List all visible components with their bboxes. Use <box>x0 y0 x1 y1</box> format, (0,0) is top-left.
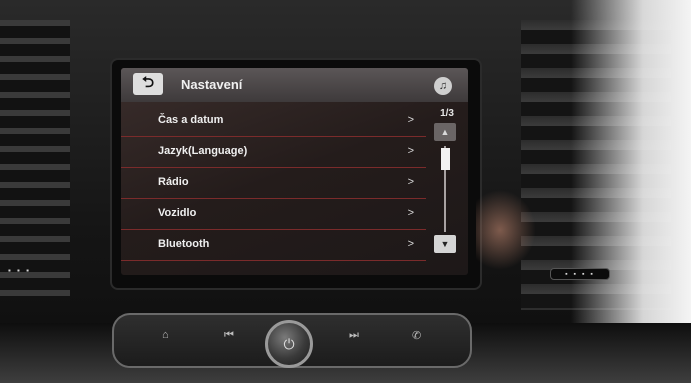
infotainment-screen: ⮌ Nastavení ♫ Čas a datum > Jazyk(Langua… <box>121 68 468 275</box>
chevron-down-icon: ▼ <box>440 239 450 249</box>
chevron-right-icon: > <box>407 145 414 157</box>
next-track-button[interactable]: ⏭ <box>349 329 359 342</box>
scrollbar-thumb[interactable] <box>441 148 450 170</box>
menu-item-language[interactable]: Jazyk(Language) > <box>121 137 426 168</box>
menu-item-label: Čas a datum <box>158 114 224 126</box>
left-air-vent <box>0 20 70 300</box>
previous-track-button[interactable]: ⏮ <box>224 329 234 342</box>
chevron-right-icon: > <box>407 238 414 250</box>
back-arrow-icon: ⮌ <box>141 73 154 91</box>
title-bar: ⮌ Nastavení ♫ <box>121 68 468 102</box>
menu-item-label: Bluetooth <box>158 238 210 250</box>
chevron-right-icon: > <box>407 114 414 126</box>
phone-button[interactable]: ✆ <box>412 329 421 342</box>
menu-item-vehicle[interactable]: Vozidlo > <box>121 199 426 230</box>
menu-item-label: Jazyk(Language) <box>158 145 248 157</box>
chevron-up-icon: ▲ <box>440 127 450 137</box>
menu-item-time-date[interactable]: Čas a datum > <box>121 106 426 137</box>
menu-item-radio[interactable]: Rádio > <box>121 168 426 199</box>
chevron-right-icon: > <box>407 207 414 219</box>
settings-list: Čas a datum > Jazyk(Language) > Rádio > … <box>121 106 426 261</box>
menu-item-bluetooth[interactable]: Bluetooth > <box>121 230 426 261</box>
power-icon: ⏻ <box>283 335 295 352</box>
chevron-right-icon: > <box>407 176 414 188</box>
back-button[interactable]: ⮌ <box>133 73 163 95</box>
scroll-up-button[interactable]: ▲ <box>434 123 456 141</box>
screen-reflection <box>476 190 536 270</box>
power-volume-knob[interactable]: ⏻ <box>265 320 313 368</box>
car-dashboard-photo: ▪ ▪ ▪ ▪ ▪ ▪ ▪ ⮌ Nastavení ♫ Čas a datum … <box>0 0 691 383</box>
home-button[interactable]: ⌂ <box>162 329 169 341</box>
scroll-down-button[interactable]: ▼ <box>434 235 456 253</box>
page-title: Nastavení <box>181 77 243 92</box>
music-note-icon: ♫ <box>438 80 448 92</box>
left-vent-indicator: ▪ ▪ ▪ <box>8 266 31 275</box>
right-vent-indicator: ▪ ▪ ▪ ▪ <box>550 268 610 280</box>
page-indicator: 1/3 <box>440 108 454 119</box>
menu-item-label: Rádio <box>158 176 189 188</box>
music-button[interactable]: ♫ <box>434 77 452 95</box>
menu-item-label: Vozidlo <box>158 207 197 219</box>
